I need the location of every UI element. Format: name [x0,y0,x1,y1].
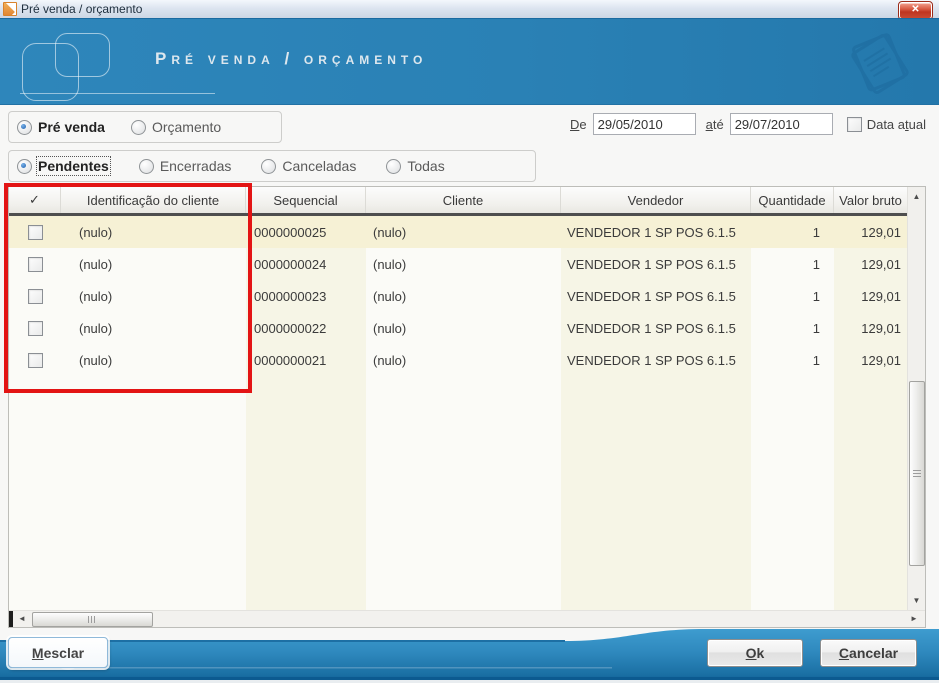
radio-todas-label: Todas [407,158,445,174]
grid-header: ✓ Identificação do cliente Sequencial Cl… [9,187,907,216]
app-icon [3,2,17,16]
row-checkbox[interactable] [27,256,43,272]
scroll-up-icon[interactable]: ▲ [908,189,925,204]
horizontal-scrollbar[interactable]: ◄ ► [9,610,925,627]
results-grid: ✓ Identificação do cliente Sequencial Cl… [8,186,926,628]
check-icon: ✓ [29,192,40,207]
radio-selected-icon [17,158,32,174]
documents-icon [851,33,909,94]
splitter-handle[interactable] [9,611,13,627]
vertical-scrollbar[interactable]: ▲ ▼ [907,187,925,610]
radio-pendentes-label: Pendentes [36,156,111,176]
row-checkbox[interactable] [27,320,43,336]
radio-canceladas-label: Canceladas [282,158,357,174]
grid-body: (nulo) 0000000025 (nulo) VENDEDOR 1 SP P… [9,216,907,610]
scroll-right-icon[interactable]: ► [907,611,921,627]
radio-orcamento[interactable]: Orçamento [130,119,222,135]
header-divider [20,93,215,94]
horizontal-scroll-thumb[interactable] [32,612,153,627]
column-header-cliente[interactable]: Cliente [366,187,561,213]
close-icon: ✕ [911,4,920,15]
window-title: Pré venda / orçamento [21,2,143,16]
status-filter-group: Pendentes Encerradas Canceladas Todas [8,150,536,182]
de-label: De [570,116,587,132]
radio-unselected-icon [261,158,277,174]
radio-encerradas-label: Encerradas [159,158,232,174]
close-button[interactable]: ✕ [898,1,933,20]
scroll-down-icon[interactable]: ▼ [908,593,925,608]
date-to-input[interactable] [729,113,833,135]
page-title: Pré venda / orçamento [155,49,428,68]
title-bar: Pré venda / orçamento ✕ [0,0,939,20]
date-range-controls: De até Data atual [570,112,926,136]
table-row[interactable]: (nulo) 0000000022 (nulo) VENDEDOR 1 SP P… [9,312,907,344]
data-atual-checkbox[interactable]: Data atual [846,116,926,132]
radio-encerradas[interactable]: Encerradas [138,158,232,174]
data-atual-label: Data atual [866,116,926,132]
ate-label: até [705,116,724,132]
radio-selected-icon [17,119,32,135]
ok-button[interactable]: Ok [707,639,803,667]
radio-unselected-icon [130,119,146,135]
radio-canceladas[interactable]: Canceladas [261,158,356,174]
row-checkbox[interactable] [27,224,43,240]
table-row[interactable]: (nulo) 0000000023 (nulo) VENDEDOR 1 SP P… [9,280,907,312]
type-filter-group: Pré venda Orçamento [8,111,282,143]
radio-todas[interactable]: Todas [386,158,445,174]
mesclar-button[interactable]: Mesclar [8,637,108,668]
row-checkbox[interactable] [27,352,43,368]
table-row[interactable]: (nulo) 0000000025 (nulo) VENDEDOR 1 SP P… [9,216,907,248]
table-row[interactable]: (nulo) 0000000021 (nulo) VENDEDOR 1 SP P… [9,344,907,376]
table-row[interactable]: (nulo) 0000000024 (nulo) VENDEDOR 1 SP P… [9,248,907,280]
column-header-check[interactable]: ✓ [9,187,61,213]
radio-pendentes[interactable]: Pendentes [17,156,111,176]
radio-unselected-icon [386,158,402,174]
radio-pre-venda-label: Pré venda [38,119,105,135]
column-header-quantidade[interactable]: Quantidade [751,187,834,213]
radio-pre-venda[interactable]: Pré venda [17,119,105,135]
scroll-left-icon[interactable]: ◄ [15,611,29,627]
radio-unselected-icon [138,158,154,174]
row-checkbox[interactable] [27,288,43,304]
page-header: Pré venda / orçamento [0,18,939,105]
cancel-button[interactable]: Cancelar [820,639,917,667]
date-from-input[interactable] [592,113,696,135]
radio-orcamento-label: Orçamento [151,119,222,135]
column-header-identificacao[interactable]: Identificação do cliente [61,187,246,213]
column-header-vendedor[interactable]: Vendedor [561,187,751,213]
checkbox-icon [846,116,862,132]
vertical-scroll-thumb[interactable] [909,381,925,566]
column-header-valor-bruto[interactable]: Valor bruto [834,187,907,213]
column-header-sequencial[interactable]: Sequencial [246,187,366,213]
